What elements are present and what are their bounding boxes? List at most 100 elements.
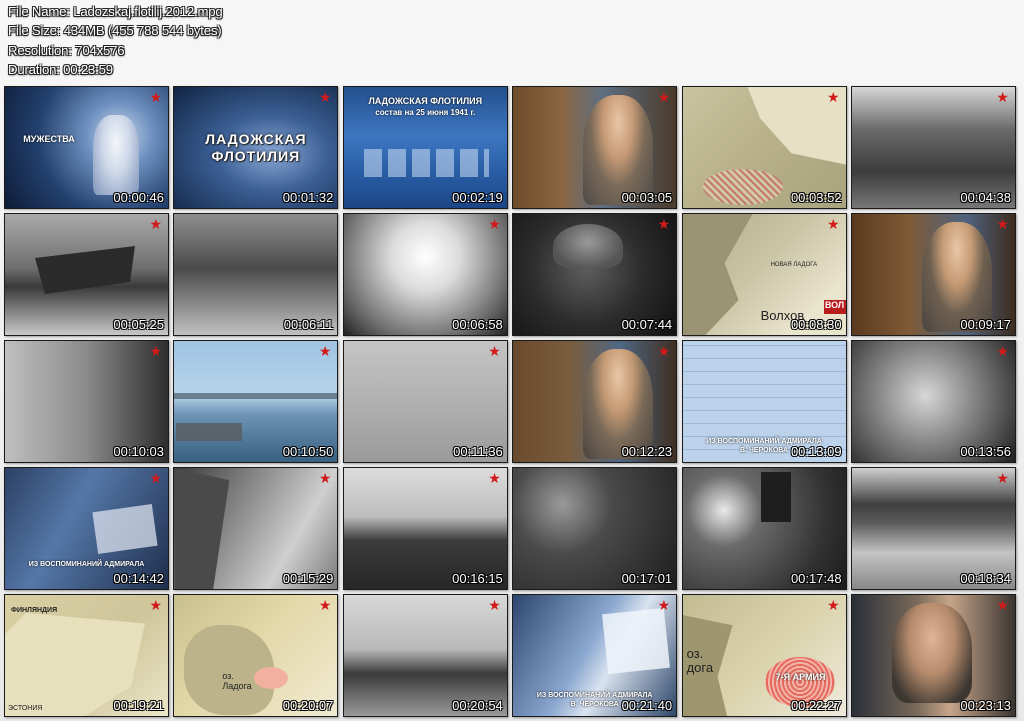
timestamp: 00:22:27 (790, 698, 842, 713)
army-zone (702, 169, 783, 205)
timestamp: 00:20:07 (282, 698, 334, 713)
thumbnail-23[interactable]: 00:17:48 (681, 467, 847, 590)
helmet-shape (553, 224, 624, 269)
red-star-icon: ★ (996, 598, 1009, 614)
paper-document (92, 504, 158, 554)
thumbnail-25-label: ФИНЛЯНДИЯ (11, 607, 58, 614)
thumbnail-11-red-label: ВОЛ (823, 300, 846, 314)
boat-silhouette (35, 246, 135, 294)
red-star-icon: ★ (488, 598, 501, 614)
thumbnail-27[interactable]: ★ 00:20:54 (342, 594, 508, 717)
timestamp: 00:23:13 (960, 698, 1011, 713)
thumbnail-5[interactable]: ★ 00:03:52 (681, 86, 847, 209)
timestamp: 00:10:03 (113, 444, 164, 459)
red-star-icon: ★ (827, 598, 840, 614)
thumbnail-21[interactable]: ★ 00:16:15 (342, 467, 508, 590)
thumbnail-4[interactable]: ★ 00:03:05 (512, 86, 678, 209)
thumbnail-1[interactable]: МУЖЕСТВА ★ 00:00:46 (4, 86, 169, 209)
thumbnail-7[interactable]: ★ 00:05:25 (4, 213, 169, 336)
thumbnail-24[interactable]: ★ 00:18:34 (850, 467, 1016, 590)
red-star-icon: ★ (488, 344, 501, 360)
thumbnail-29-label: оз. дога (686, 646, 714, 675)
timestamp: 00:14:42 (113, 571, 164, 586)
funnel-shape (760, 472, 791, 522)
thumbnail-22[interactable]: 00:17:01 (512, 467, 678, 590)
timestamp: 00:08:30 (790, 317, 842, 332)
thumbnail-13[interactable]: ★ 00:10:03 (4, 340, 169, 463)
timestamp: 00:17:01 (621, 571, 673, 586)
red-star-icon: ★ (149, 344, 162, 360)
thumbnail-28[interactable]: ИЗ ВОСПОМИНАНИЙ АДМИРАЛА В. ЧЕРОКОВА ★ 0… (512, 594, 678, 717)
timestamp: 00:03:05 (621, 190, 673, 205)
interviewee-figure (583, 95, 654, 205)
timestamp: 00:00:46 (113, 190, 164, 205)
thumbnail-29[interactable]: оз. дога 7-Я АРМИЯ ★ 00:22:27 (681, 594, 847, 717)
thumbnail-25-sublabel: ЭСТОНИЯ (8, 705, 43, 712)
red-star-icon: ★ (996, 217, 1009, 233)
resolution-text: Resolution: 704x576 (8, 42, 125, 58)
red-star-icon: ★ (149, 90, 162, 106)
thumbnail-2[interactable]: ЛАДОЖСКАЯ ФЛОТИЛИЯ ★ 00:01:32 (173, 86, 339, 209)
thumbnail-16[interactable]: ★ 00:12:23 (512, 340, 678, 463)
thumbnail-17[interactable]: ИЗ ВОСПОМИНАНИЙ АДМИРАЛА В. ЧЕРОКОВА 00:… (681, 340, 847, 463)
timestamp: 00:12:23 (621, 444, 673, 459)
thumbnail-12[interactable]: ★ 00:09:17 (850, 213, 1016, 336)
red-star-icon: ★ (657, 598, 671, 614)
red-star-icon: ★ (149, 598, 162, 614)
thumbnail-25[interactable]: ФИНЛЯНДИЯ ЭСТОНИЯ ★ 00:19:21 (4, 594, 169, 717)
timestamp: 00:01:32 (282, 190, 334, 205)
red-star-icon: ★ (318, 598, 332, 614)
timestamp: 00:06:11 (283, 317, 334, 332)
thumbnail-3[interactable]: ЛАДОЖСКАЯ ФЛОТИЛИЯ состав на 25 июня 194… (342, 86, 508, 209)
timestamp: 00:10:50 (282, 444, 334, 459)
red-star-icon: ★ (318, 90, 332, 106)
thumbnail-10[interactable]: ★ 00:07:44 (512, 213, 678, 336)
thumbnail-19[interactable]: ИЗ ВОСПОМИНАНИЙ АДМИРАЛА ★ 00:14:42 (4, 467, 169, 590)
thumbnail-26-label: оз. Ладога (222, 671, 252, 691)
timestamp: 00:13:09 (790, 444, 842, 459)
timestamp: 00:16:15 (452, 571, 503, 586)
interviewee-figure (921, 222, 992, 332)
thumbnail-26[interactable]: оз. Ладога ★ 00:20:07 (173, 594, 339, 717)
ship-silhouettes (363, 149, 489, 177)
map-land (682, 214, 753, 335)
shoreline (174, 393, 338, 399)
red-star-icon: ★ (488, 471, 501, 487)
file-size-text: File Size: 434MB (455 788 544 bytes) (8, 23, 222, 39)
red-star-icon: ★ (657, 217, 671, 233)
paper-document (602, 607, 671, 675)
timestamp: 00:04:38 (960, 190, 1011, 205)
red-star-icon: ★ (996, 344, 1009, 360)
thumbnail-3-subtitle: состав на 25 июня 1941 г. (375, 108, 476, 117)
officer-figure (891, 603, 972, 703)
duration-text: Duration: 00:23:59 (8, 61, 113, 77)
thumbnail-6[interactable]: ★ 00:04:38 (850, 86, 1016, 209)
timestamp: 00:02:19 (452, 190, 503, 205)
interviewee-figure (583, 349, 654, 459)
timestamp: 00:06:58 (452, 317, 503, 332)
timestamp: 00:11:36 (453, 444, 503, 459)
red-star-icon: ★ (149, 471, 162, 487)
timestamp: 00:05:25 (113, 317, 164, 332)
red-star-icon: ★ (657, 344, 671, 360)
thumbnail-1-caption: МУЖЕСТВА (23, 134, 75, 144)
thumbnail-20[interactable]: ★ 00:15:29 (173, 467, 339, 590)
timestamp: 00:15:29 (282, 571, 334, 586)
red-star-icon: ★ (996, 471, 1009, 487)
red-star-icon: ★ (657, 90, 671, 106)
thumbnail-11[interactable]: НОВАЯ ЛАДОГА Волхов ВОЛ ★ 00:08:30 (681, 213, 847, 336)
thumbnail-30[interactable]: ★ 00:23:13 (850, 594, 1016, 717)
red-star-icon: ★ (149, 217, 162, 233)
timestamp: 00:20:54 (452, 698, 503, 713)
timestamp: 00:13:56 (960, 444, 1011, 459)
thumbnail-29-sublabel: 7-Я АРМИЯ (775, 672, 826, 682)
thumbnail-15[interactable]: ★ 00:11:36 (342, 340, 508, 463)
red-star-icon: ★ (318, 344, 332, 360)
timestamp: 00:18:34 (960, 571, 1011, 586)
thumbnail-8[interactable]: 00:06:11 (173, 213, 339, 336)
sailor-figure (93, 115, 139, 195)
thumbnail-9[interactable]: ★ 00:06:58 (342, 213, 508, 336)
thumbnail-14[interactable]: ★ 00:10:50 (173, 340, 339, 463)
thumbnail-18[interactable]: ★ 00:13:56 (850, 340, 1016, 463)
thumbnail-19-caption: ИЗ ВОСПОМИНАНИЙ АДМИРАЛА (28, 561, 145, 568)
